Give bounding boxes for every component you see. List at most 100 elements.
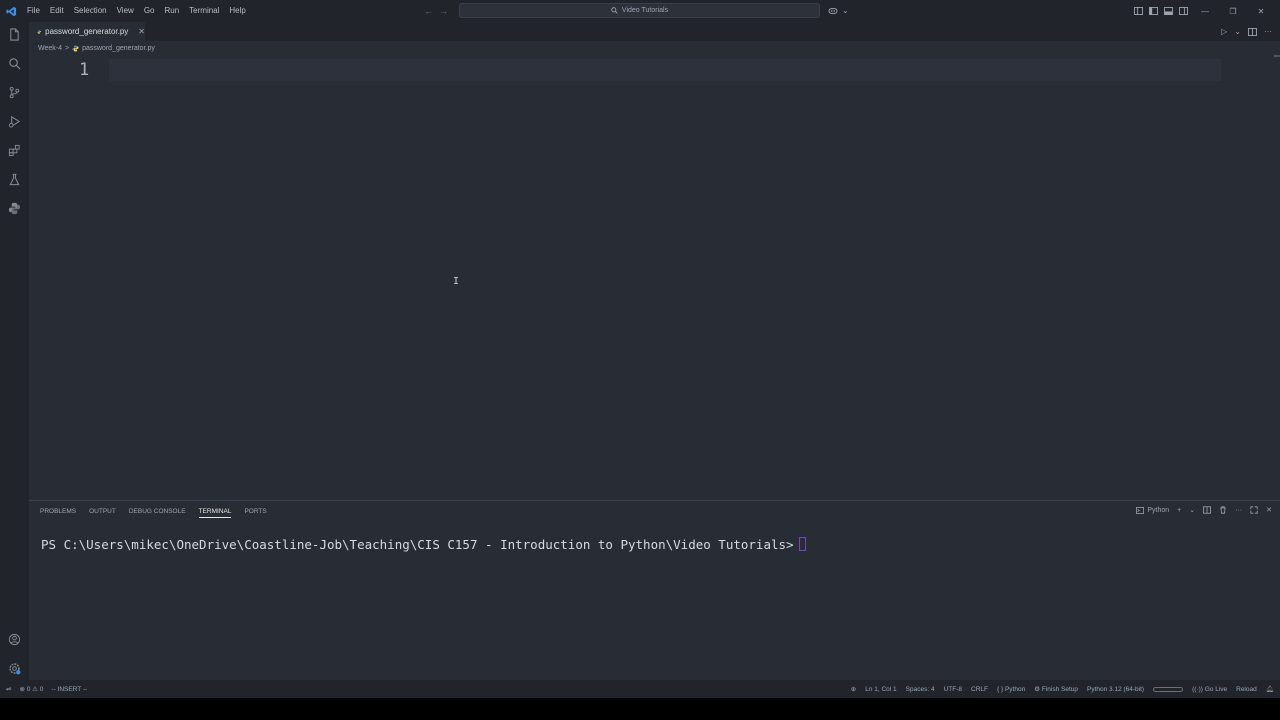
terminal-panel: PROBLEMS OUTPUT DEBUG CONSOLE TERMINAL P… xyxy=(29,500,1280,680)
status-bar-left: ⇌ ⊗ 0 ⚠ 0 -- INSERT -- xyxy=(6,680,87,698)
minimize-icon[interactable]: — xyxy=(1194,7,1216,16)
search-view-icon[interactable] xyxy=(7,56,22,71)
forward-arrow-icon[interactable]: → xyxy=(439,6,448,16)
maximize-panel-icon[interactable] xyxy=(1250,506,1258,514)
menu-run[interactable]: Run xyxy=(159,0,184,22)
toggle-panel-icon[interactable] xyxy=(1164,7,1173,15)
run-debug-icon[interactable] xyxy=(7,114,22,129)
breadcrumb-folder[interactable]: Week-4 xyxy=(38,45,62,52)
remote-icon[interactable]: ⇌ xyxy=(6,685,11,693)
zoom-icon[interactable]: ⊕ xyxy=(851,685,856,693)
close-tab-icon[interactable]: ✕ xyxy=(138,27,145,36)
tab-debug-console[interactable]: DEBUG CONSOLE xyxy=(129,508,186,518)
current-line-highlight xyxy=(109,59,1221,81)
breadcrumb: Week-4 > password_generator.py xyxy=(38,43,155,54)
tab-output[interactable]: OUTPUT xyxy=(89,508,116,518)
trash-icon[interactable] xyxy=(1219,506,1227,514)
terminal-profile-label: Python xyxy=(1147,506,1170,514)
manage-gear-icon[interactable] xyxy=(7,661,22,676)
menu-file[interactable]: File xyxy=(22,0,45,22)
window-controls: — ❐ ✕ xyxy=(1134,0,1272,22)
new-terminal-icon[interactable]: + xyxy=(1177,507,1181,514)
language-mode[interactable]: { } Python xyxy=(997,686,1025,693)
editor-actions: ▷ ⌄ ··· xyxy=(1221,22,1272,41)
close-window-icon[interactable]: ✕ xyxy=(1250,7,1272,16)
menu-help[interactable]: Help xyxy=(224,0,250,22)
run-python-file-icon[interactable]: ▷ xyxy=(1221,27,1227,36)
tab-label: password_generator.py xyxy=(45,27,129,36)
more-actions-icon[interactable]: ··· xyxy=(1235,507,1242,514)
mouse-text-cursor-icon: I xyxy=(453,276,460,287)
python-icon[interactable] xyxy=(7,201,22,216)
copilot-icon xyxy=(828,7,838,14)
toggle-sidebar-icon[interactable] xyxy=(1149,7,1158,15)
broadcast-icon: ((·)) xyxy=(1192,685,1203,693)
title-bar: File Edit Selection View Go Run Terminal… xyxy=(0,0,1280,22)
breadcrumb-file[interactable]: password_generator.py xyxy=(82,45,155,52)
search-icon xyxy=(611,7,618,14)
chevron-down-icon[interactable]: ⌄ xyxy=(1189,506,1195,514)
indentation[interactable]: Spaces: 4 xyxy=(906,686,935,693)
terminal-profile[interactable]: Python xyxy=(1136,506,1170,514)
cursor-position[interactable]: Ln 1, Col 1 xyxy=(865,686,896,693)
status-bar: ⇌ ⊗ 0 ⚠ 0 -- INSERT -- ⊕ Ln 1, Col 1 Spa… xyxy=(0,680,1280,698)
tab-terminal[interactable]: TERMINAL xyxy=(198,508,232,518)
terminal-icon xyxy=(1136,506,1145,514)
notifications-bell-icon[interactable]: 🔔︎ xyxy=(1266,685,1274,693)
terminal-prompt[interactable]: PS C:\Users\mikec\OneDrive\Coastline-Job… xyxy=(41,537,794,552)
panel-actions: Python + ⌄ ··· ✕ xyxy=(1136,506,1272,514)
source-control-icon[interactable] xyxy=(7,85,22,100)
encoding[interactable]: UTF-8 xyxy=(944,686,962,693)
split-terminal-icon[interactable] xyxy=(1203,506,1212,514)
menu-terminal[interactable]: Terminal xyxy=(184,0,224,22)
vscode-window: File Edit Selection View Go Run Terminal… xyxy=(0,0,1280,698)
python-interpreter[interactable]: Python 3.12 (64-bit) xyxy=(1087,686,1144,693)
activity-bar xyxy=(0,22,29,680)
accounts-icon[interactable] xyxy=(7,632,22,647)
copilot-menu[interactable]: ⌄ xyxy=(828,3,849,18)
problems-indicator[interactable]: ⊗ 0 ⚠ 0 xyxy=(19,685,43,693)
search-label: Video Tutorials xyxy=(621,7,669,14)
chevron-down-icon[interactable]: ⌄ xyxy=(1234,27,1241,36)
editor-tab-bar: password_generator.py ✕ ▷ ⌄ ··· xyxy=(29,22,1280,41)
customize-layout-icon[interactable] xyxy=(1134,7,1143,15)
toggle-secondary-sidebar-icon[interactable] xyxy=(1179,7,1188,15)
navigation-arrows: ← → xyxy=(424,0,448,22)
testing-flask-icon[interactable] xyxy=(7,172,22,187)
more-actions-icon[interactable]: ··· xyxy=(1264,27,1272,36)
command-center-search[interactable]: Video Tutorials xyxy=(459,3,820,18)
menu-edit[interactable]: Edit xyxy=(45,0,69,22)
explorer-icon[interactable] xyxy=(7,27,22,42)
line-ending[interactable]: CRLF xyxy=(971,686,988,693)
tab-ports[interactable]: PORTS xyxy=(244,508,266,518)
minimap[interactable] xyxy=(1274,55,1280,57)
status-bar-right: ⊕ Ln 1, Col 1 Spaces: 4 UTF-8 CRLF { } P… xyxy=(851,680,1274,698)
tab-problems[interactable]: PROBLEMS xyxy=(40,508,76,518)
screen-border xyxy=(0,698,1280,720)
reload-button[interactable]: Reload xyxy=(1236,686,1257,693)
close-panel-icon[interactable]: ✕ xyxy=(1266,506,1272,514)
language-label: Python xyxy=(1004,685,1026,693)
menu-selection[interactable]: Selection xyxy=(69,0,112,22)
code-editor[interactable]: 1 I xyxy=(29,55,1280,500)
restore-icon[interactable]: ❐ xyxy=(1222,7,1244,16)
layout-toggle[interactable] xyxy=(1153,686,1184,692)
python-file-icon xyxy=(72,45,79,52)
menu-bar: File Edit Selection View Go Run Terminal… xyxy=(22,0,251,22)
menu-go[interactable]: Go xyxy=(139,0,160,22)
error-count: 0 xyxy=(26,686,31,693)
tab-password-generator[interactable]: password_generator.py ✕ xyxy=(29,22,145,41)
finish-setup[interactable]: ⚙ Finish Setup xyxy=(1034,685,1078,693)
split-editor-icon[interactable] xyxy=(1248,27,1257,36)
back-arrow-icon[interactable]: ← xyxy=(424,6,433,16)
menu-view[interactable]: View xyxy=(112,0,139,22)
terminal-cursor xyxy=(799,537,806,551)
warning-count: 0 xyxy=(39,686,44,693)
warning-icon: ⚠ xyxy=(32,686,38,693)
line-number: 1 xyxy=(79,60,90,80)
extensions-icon[interactable] xyxy=(7,143,22,158)
python-file-icon xyxy=(37,29,41,34)
go-live[interactable]: ((·)) Go Live xyxy=(1192,686,1227,693)
vscode-logo-icon xyxy=(0,0,22,22)
vim-mode: -- INSERT -- xyxy=(51,685,88,693)
